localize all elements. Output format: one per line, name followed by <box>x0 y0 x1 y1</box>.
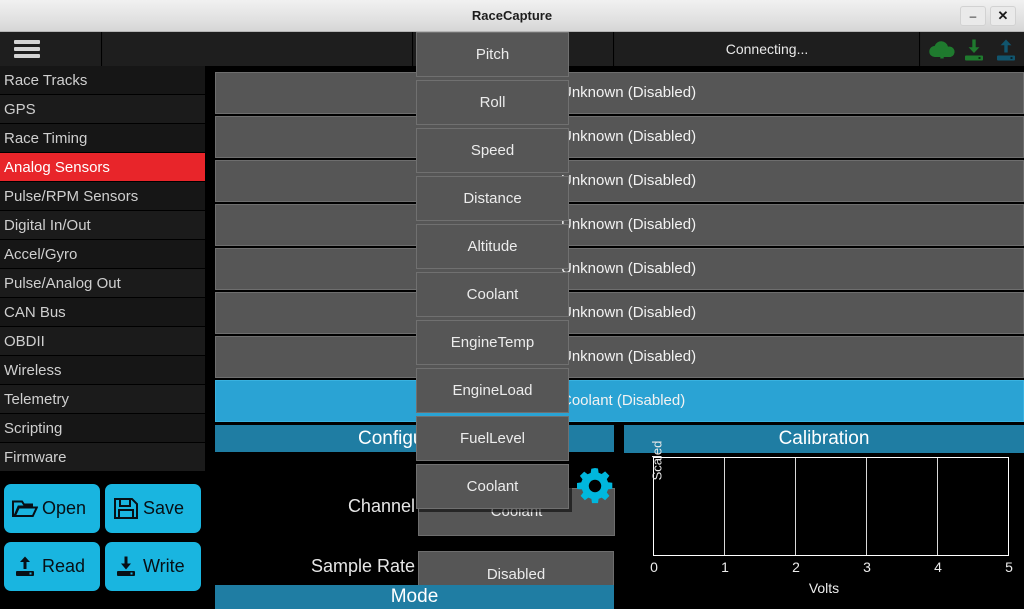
dropdown-item-distance[interactable]: Distance <box>416 176 569 221</box>
gridline <box>937 458 938 555</box>
save-button-label: Save <box>143 498 185 518</box>
sidebar-item-can-bus[interactable]: CAN Bus <box>0 298 205 327</box>
table-row-selected[interactable]: Coolant (Disabled) <box>215 380 1024 422</box>
toolbar-icon-group <box>921 32 1024 66</box>
sidebar-nav: Race Tracks GPS Race Timing Analog Senso… <box>0 66 205 476</box>
download-to-device-icon[interactable] <box>959 38 989 62</box>
floppy-disk-icon <box>113 497 139 520</box>
dropdown-item-altitude[interactable]: Altitude <box>416 224 569 269</box>
calibration-plot-area <box>653 457 1009 556</box>
toolbar-blank-region <box>103 32 413 66</box>
calibration-x-axis-label: Volts <box>808 580 840 596</box>
calibration-y-axis-label: Scaled <box>649 440 665 481</box>
table-row[interactable]: Unknown (Disabled) <box>215 336 1024 378</box>
hamburger-icon <box>14 40 40 58</box>
x-tick-5: 5 <box>1005 559 1013 575</box>
gridline <box>795 458 796 555</box>
dropdown-item-roll[interactable]: Roll <box>416 80 569 125</box>
gear-icon[interactable] <box>573 464 617 508</box>
analog-channel-list: Unknown (Disabled) Unknown (Disabled) Un… <box>215 72 1024 424</box>
dropdown-item-pitch[interactable]: Pitch <box>416 32 569 77</box>
title-bar: RaceCapture – ✕ <box>0 0 1024 32</box>
sidebar-action-buttons: Open Save Read Write <box>0 484 205 604</box>
dropdown-item-coolant-2[interactable]: Coolant <box>416 464 569 509</box>
table-row[interactable]: Unknown (Disabled) <box>215 204 1024 246</box>
sidebar-item-race-tracks[interactable]: Race Tracks <box>0 66 205 95</box>
menu-button[interactable] <box>0 32 102 66</box>
gridline <box>724 458 725 555</box>
cloud-upload-icon[interactable] <box>927 38 957 62</box>
channel-row-label: Unknown (Disabled) <box>561 304 697 321</box>
dropdown-item-enginetemp[interactable]: EngineTemp <box>416 320 569 365</box>
sidebar-item-obdii[interactable]: OBDII <box>0 327 205 356</box>
read-button[interactable]: Read <box>4 542 100 591</box>
x-tick-2: 2 <box>792 559 800 575</box>
x-tick-0: 0 <box>650 559 658 575</box>
sidebar-item-scripting[interactable]: Scripting <box>0 414 205 443</box>
sidebar-item-race-timing[interactable]: Race Timing <box>0 124 205 153</box>
sidebar-item-wireless[interactable]: Wireless <box>0 356 205 385</box>
connection-status-label: Connecting... <box>725 41 809 57</box>
table-row[interactable]: Unknown (Disabled) <box>215 72 1024 114</box>
table-row[interactable]: Unknown (Disabled) <box>215 160 1024 202</box>
sample-rate-label: Sample Rate <box>310 556 415 576</box>
channel-row-label: Unknown (Disabled) <box>561 172 697 189</box>
minimize-button[interactable]: – <box>960 6 986 26</box>
x-tick-3: 3 <box>863 559 871 575</box>
table-row[interactable]: Unknown (Disabled) <box>215 116 1024 158</box>
channel-row-label: Unknown (Disabled) <box>561 84 697 101</box>
close-button[interactable]: ✕ <box>990 6 1016 26</box>
channel-label: Channel <box>347 496 415 516</box>
table-row[interactable]: Unknown (Disabled) <box>215 248 1024 290</box>
dropdown-item-engineload[interactable]: EngineLoad <box>416 368 569 413</box>
mode-header: Mode <box>215 585 614 609</box>
sidebar-item-pulse-analog-out[interactable]: Pulse/Analog Out <box>0 269 205 298</box>
x-tick-1: 1 <box>721 559 729 575</box>
sidebar-item-accel-gyro[interactable]: Accel/Gyro <box>0 240 205 269</box>
open-button[interactable]: Open <box>4 484 100 533</box>
sidebar-item-gps[interactable]: GPS <box>0 95 205 124</box>
table-row[interactable]: Unknown (Disabled) <box>215 292 1024 334</box>
open-button-label: Open <box>42 498 87 518</box>
sidebar-item-digital-in-out[interactable]: Digital In/Out <box>0 211 205 240</box>
dropdown-item-speed[interactable]: Speed <box>416 128 569 173</box>
save-button[interactable]: Save <box>105 484 201 533</box>
sidebar-item-pulse-rpm-sensors[interactable]: Pulse/RPM Sensors <box>0 182 205 211</box>
channel-row-label: Unknown (Disabled) <box>561 216 697 233</box>
read-button-label: Read <box>42 556 86 576</box>
gridline <box>866 458 867 555</box>
write-button-label: Write <box>143 556 185 576</box>
channel-row-label: Unknown (Disabled) <box>561 348 697 365</box>
channel-row-label: Unknown (Disabled) <box>561 260 697 277</box>
channel-row-label: Unknown (Disabled) <box>561 128 697 145</box>
upload-from-device-icon[interactable] <box>991 38 1021 62</box>
x-tick-4: 4 <box>934 559 942 575</box>
sidebar-item-firmware[interactable]: Firmware <box>0 443 205 472</box>
sidebar-item-analog-sensors[interactable]: Analog Sensors <box>0 153 205 182</box>
write-button[interactable]: Write <box>105 542 201 591</box>
calibration-panel: Calibration Scaled 0 1 2 3 4 5 Volts <box>624 425 1024 609</box>
write-to-device-icon <box>113 555 139 578</box>
racecapture-app-window: RaceCapture – ✕ Connecting... Race Track… <box>0 0 1024 609</box>
calibration-header: Calibration <box>624 425 1024 453</box>
dropdown-item-coolant[interactable]: Coolant <box>416 272 569 317</box>
dropdown-item-fuellevel[interactable]: FuelLevel <box>416 416 569 461</box>
connection-status: Connecting... <box>615 32 920 66</box>
open-folder-icon <box>12 497 39 520</box>
sidebar-item-telemetry[interactable]: Telemetry <box>0 385 205 414</box>
read-from-device-icon <box>12 555 38 578</box>
channel-row-label: Coolant (Disabled) <box>561 392 686 409</box>
window-title: RaceCapture <box>471 8 553 23</box>
